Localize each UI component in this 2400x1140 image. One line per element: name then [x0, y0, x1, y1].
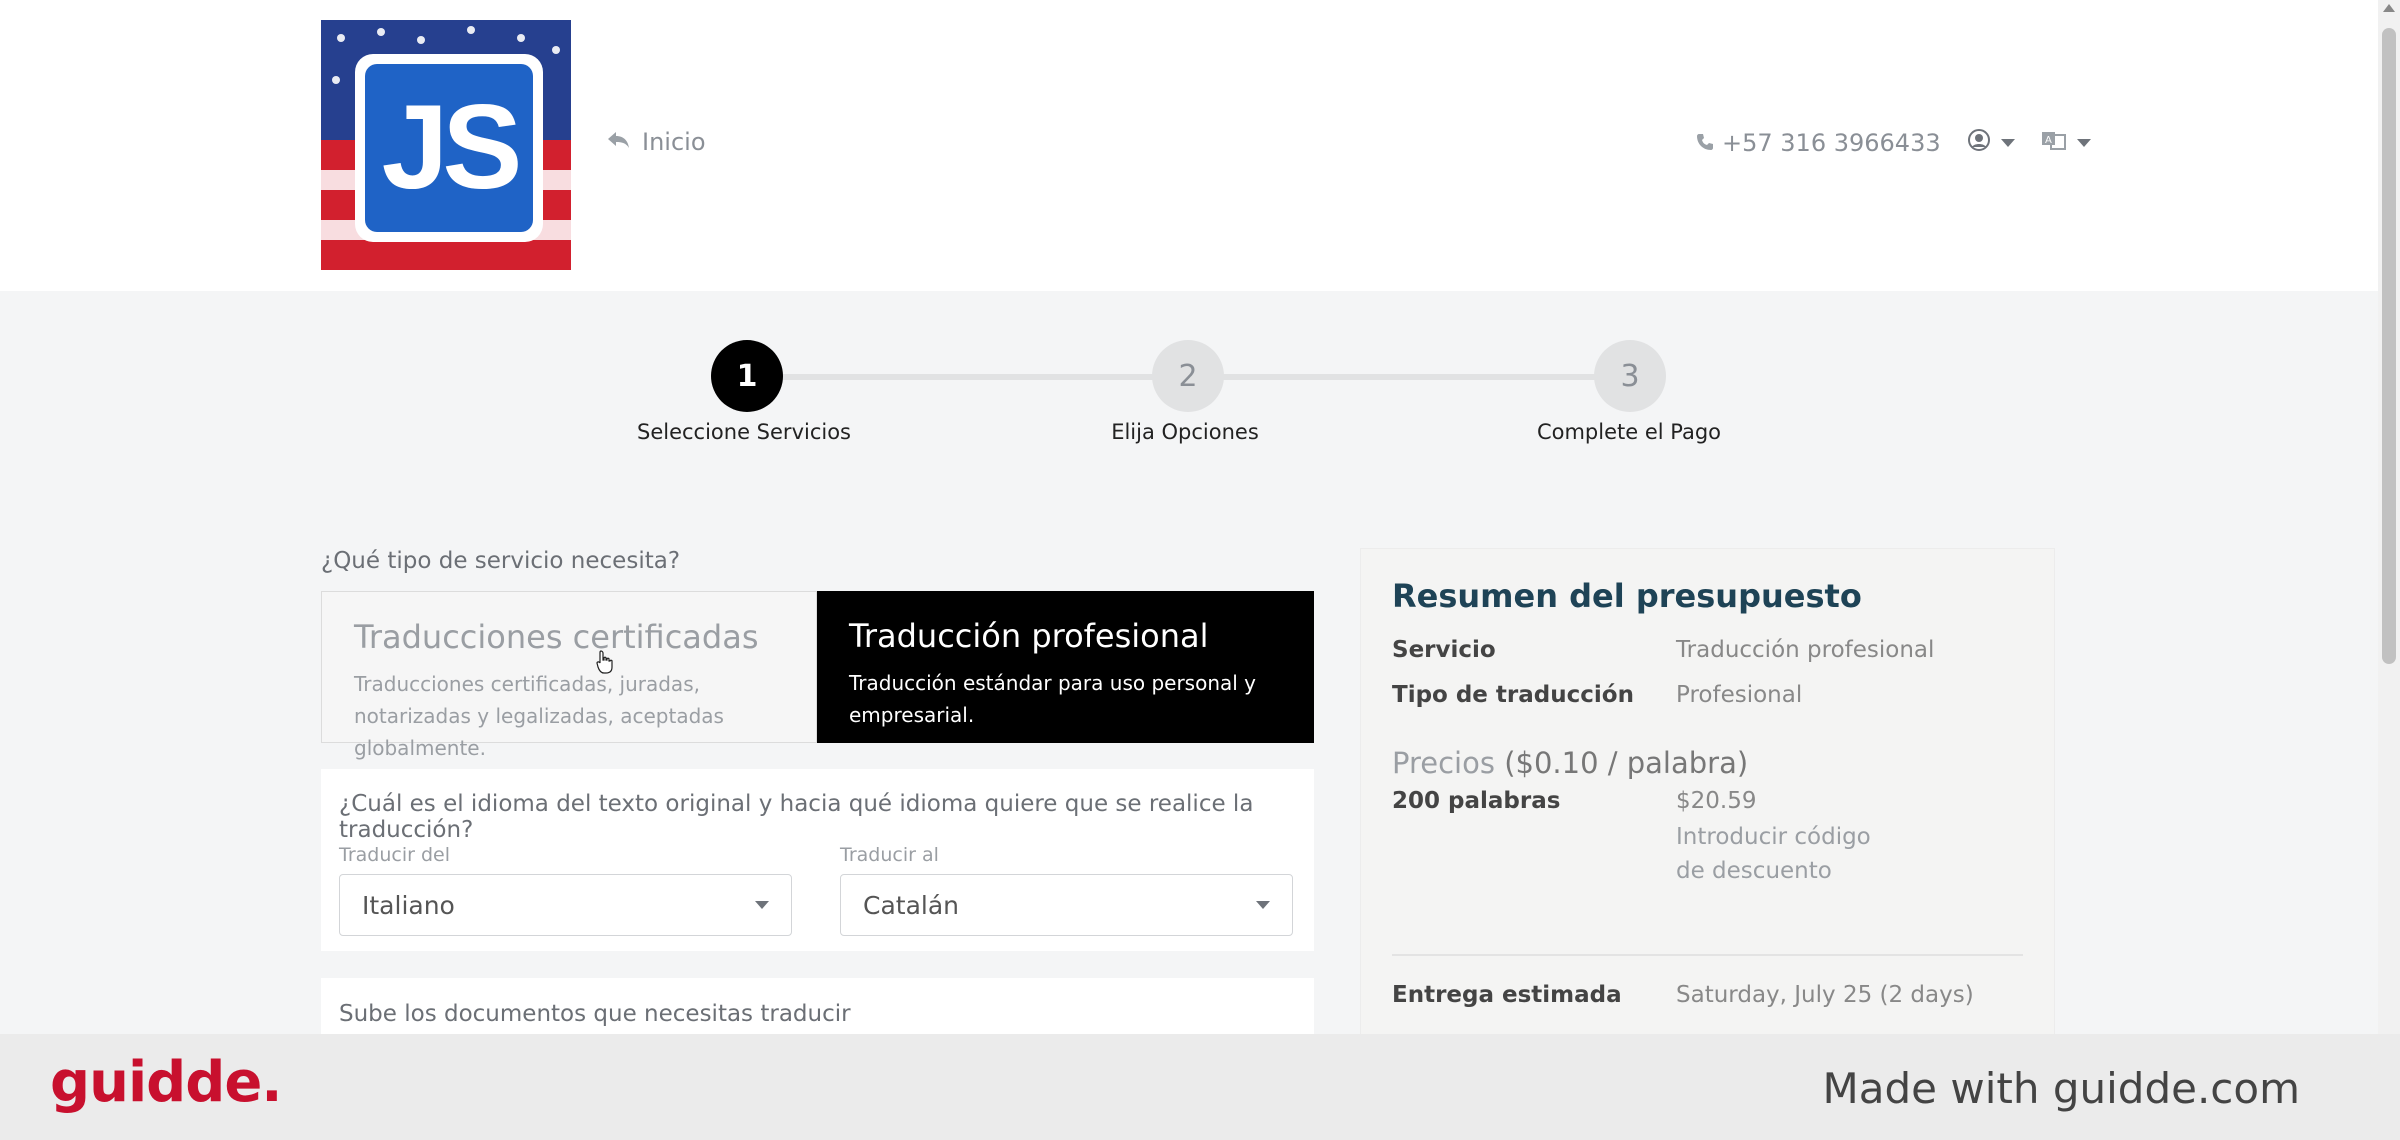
chevron-down-icon — [2000, 139, 2015, 147]
summary-key: 200 palabras — [1392, 788, 1561, 814]
guidde-tagline: Made with guidde.com — [1822, 1064, 2300, 1113]
chevron-down-icon — [755, 901, 769, 909]
chevron-down-icon — [1256, 901, 1270, 909]
service-option-title: Traducciones certificadas — [354, 618, 759, 656]
language-card: ¿Cuál es el idioma del texto original y … — [321, 769, 1314, 951]
service-option-title: Traducción profesional — [849, 617, 1209, 655]
summary-key: Entrega estimada — [1392, 982, 1622, 1008]
user-circle-icon — [1967, 128, 1991, 158]
js-logo[interactable]: JS — [321, 20, 571, 270]
service-option-professional[interactable]: Traducción profesional Traducción estánd… — [817, 591, 1314, 743]
summary-value: Saturday, July 25 (2 days) — [1676, 982, 1974, 1008]
summary-row-words: 200 palabras $20.59 — [1392, 788, 2023, 814]
scroll-up-icon[interactable] — [2383, 4, 2395, 12]
summary-key: Tipo de traducción — [1392, 682, 1634, 708]
source-language-value: Italiano — [362, 890, 455, 920]
service-option-desc: Traducciones certificadas, juradas, nota… — [354, 672, 724, 760]
summary-row-delivery: Entrega estimada Saturday, July 25 (2 da… — [1392, 982, 2023, 1008]
phone-link[interactable]: +57 316 3966433 — [1696, 129, 1941, 157]
step-1-circle[interactable]: 1 — [711, 340, 783, 412]
source-language-field: Traducir del Italiano — [339, 844, 792, 936]
step-connector — [1224, 374, 1630, 380]
hand-pointer-icon — [596, 650, 614, 674]
step-3-label: Complete el Pago — [1536, 420, 1722, 444]
language-question: ¿Cuál es el idioma del texto original y … — [339, 791, 1254, 843]
guidde-watermark-bar: guidde. Made with guidde.com — [0, 1034, 2400, 1140]
step-2-label: Elija Opciones — [1111, 420, 1259, 444]
phone-number: +57 316 3966433 — [1722, 129, 1941, 157]
phone-icon — [1696, 129, 1714, 157]
service-option-certified[interactable]: Traducciones certificadas Traducciones c… — [321, 591, 817, 760]
home-link[interactable]: Inicio — [606, 128, 706, 156]
svg-text:A: A — [2045, 135, 2052, 146]
summary-row-service: Servicio Traducción profesional — [1392, 637, 2023, 663]
source-language-label: Traducir del — [339, 844, 450, 866]
quote-summary: Resumen del presupuesto Servicio Traducc… — [1360, 548, 2055, 1068]
user-menu-dropdown[interactable] — [1967, 128, 2015, 158]
summary-key: Servicio — [1392, 637, 1496, 663]
target-language-label: Traducir al — [840, 844, 939, 866]
summary-value: $20.59 — [1676, 788, 1757, 814]
discount-code-link[interactable]: Introducir código de descuento — [1676, 820, 1906, 888]
divider — [1392, 954, 2023, 956]
prices-heading: Precios ($0.10 / palabra) — [1392, 746, 2023, 780]
summary-row-type: Tipo de traducción Profesional — [1392, 682, 2023, 708]
service-option-desc: Traducción estándar para uso personal y … — [849, 671, 1257, 727]
step-number: 2 — [1178, 358, 1198, 394]
target-language-field: Traducir al Catalán — [840, 844, 1293, 936]
reply-arrow-icon — [606, 128, 630, 156]
source-language-select[interactable]: Italiano — [339, 874, 792, 936]
site-header: JS Inicio +57 316 3966433 A — [0, 0, 2378, 291]
step-2-circle[interactable]: 2 — [1152, 340, 1224, 412]
summary-value: Profesional — [1676, 682, 1803, 708]
step-number: 1 — [736, 358, 758, 394]
upload-question: Sube los documentos que necesitas traduc… — [339, 1001, 851, 1027]
price-rate: ($0.10 / palabra) — [1504, 746, 1749, 780]
step-number: 3 — [1620, 358, 1640, 394]
target-language-select[interactable]: Catalán — [840, 874, 1293, 936]
summary-value: Traducción profesional — [1676, 637, 1935, 663]
prices-label: Precios — [1392, 746, 1495, 780]
target-language-value: Catalán — [863, 890, 960, 920]
logo-text: JS — [381, 80, 523, 214]
chevron-down-icon — [2076, 139, 2091, 147]
scrollbar-thumb[interactable] — [2382, 28, 2396, 664]
header-actions: +57 316 3966433 A — [1696, 128, 2091, 158]
language-menu-dropdown[interactable]: A — [2041, 129, 2091, 157]
summary-title: Resumen del presupuesto — [1392, 577, 1862, 615]
page-scrollbar[interactable] — [2378, 0, 2400, 1140]
step-1-label: Seleccione Servicios — [637, 420, 851, 444]
step-3-circle[interactable]: 3 — [1594, 340, 1666, 412]
service-question: ¿Qué tipo de servicio necesita? — [321, 548, 681, 574]
guidde-logo: guidde. — [50, 1050, 283, 1115]
home-label: Inicio — [642, 128, 706, 156]
translate-icon: A — [2041, 129, 2067, 157]
